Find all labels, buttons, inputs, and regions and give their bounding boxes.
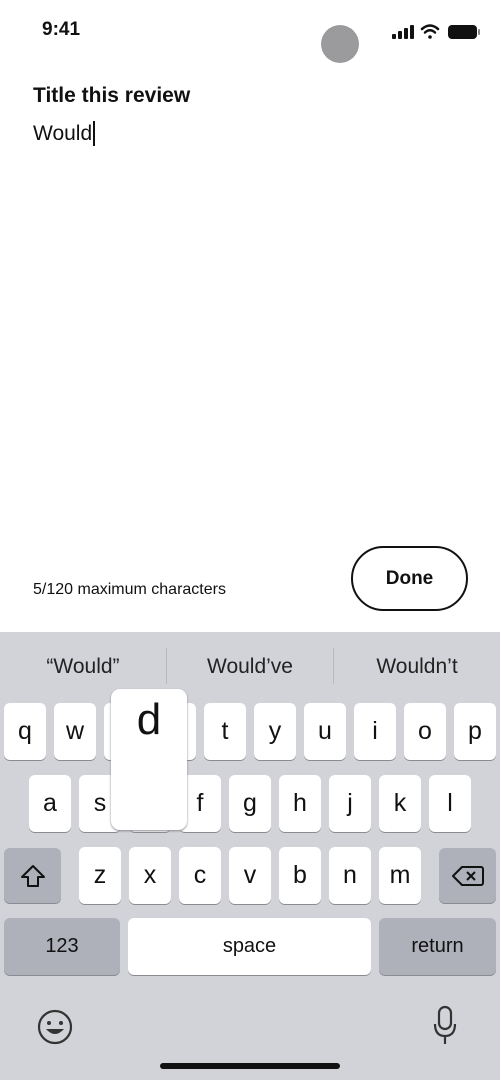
key-b[interactable]: b (279, 847, 321, 904)
status-icons (392, 24, 480, 39)
return-key[interactable]: return (379, 918, 496, 975)
touch-indicator (321, 25, 359, 63)
key-i[interactable]: i (354, 703, 396, 760)
key-q[interactable]: q (4, 703, 46, 760)
shift-icon (20, 864, 45, 887)
key-v[interactable]: v (229, 847, 271, 904)
key-k[interactable]: k (379, 775, 421, 832)
suggestion-1[interactable]: “Would” (0, 655, 166, 679)
microphone-icon[interactable] (432, 1005, 458, 1047)
key-l[interactable]: l (429, 775, 471, 832)
key-a[interactable]: a (29, 775, 71, 832)
character-counter: 5/120 maximum characters (33, 581, 226, 598)
signal-icon (392, 25, 414, 39)
battery-icon (448, 25, 480, 39)
suggestion-3[interactable]: Wouldn’t (334, 655, 500, 679)
key-o[interactable]: o (404, 703, 446, 760)
emoji-icon[interactable] (36, 1008, 74, 1046)
key-u[interactable]: u (304, 703, 346, 760)
numbers-key[interactable]: 123 (4, 918, 120, 975)
key-y[interactable]: y (254, 703, 296, 760)
done-button[interactable]: Done (351, 546, 468, 611)
home-indicator (160, 1063, 340, 1069)
key-w[interactable]: w (54, 703, 96, 760)
review-title-input[interactable]: Would (33, 121, 96, 146)
key-c[interactable]: c (179, 847, 221, 904)
text-caret (93, 121, 96, 146)
status-time: 9:41 (42, 19, 81, 40)
key-n[interactable]: n (329, 847, 371, 904)
key-t[interactable]: t (204, 703, 246, 760)
key-z[interactable]: z (79, 847, 121, 904)
key-h[interactable]: h (279, 775, 321, 832)
delete-key[interactable] (439, 848, 496, 903)
field-label: Title this review (33, 84, 191, 107)
input-value: Would (33, 121, 93, 145)
key-popup: d (111, 689, 187, 830)
shift-key[interactable] (4, 848, 61, 903)
key-g[interactable]: g (229, 775, 271, 832)
key-m[interactable]: m (379, 847, 421, 904)
wifi-icon (420, 24, 440, 39)
backspace-icon (451, 865, 484, 886)
suggestion-2[interactable]: Would’ve (167, 655, 333, 679)
space-key[interactable]: space (128, 918, 371, 975)
key-x[interactable]: x (129, 847, 171, 904)
key-p[interactable]: p (454, 703, 496, 760)
key-j[interactable]: j (329, 775, 371, 832)
